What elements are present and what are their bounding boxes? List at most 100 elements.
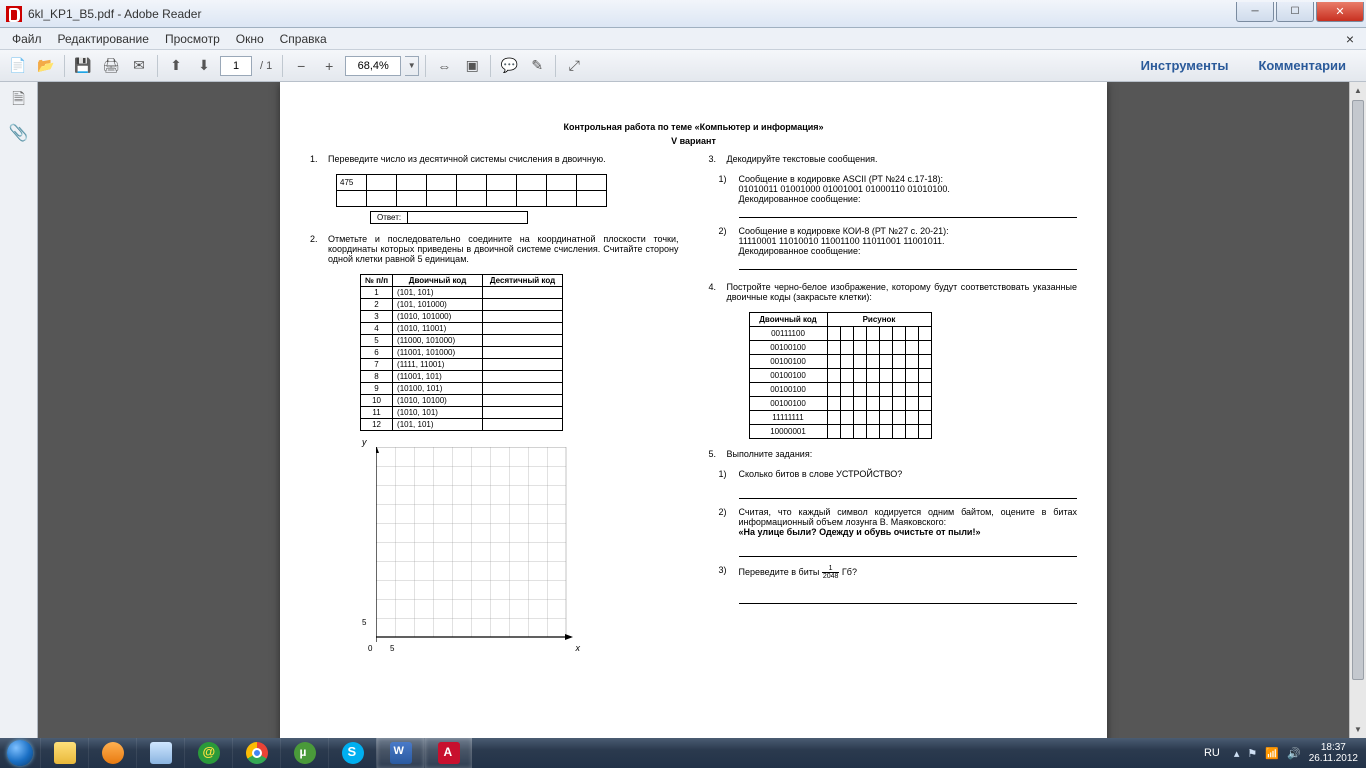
open-icon[interactable]: 📂 <box>34 54 58 78</box>
page-down-icon[interactable]: ⬇ <box>192 54 216 78</box>
t3s1-body: Сообщение в кодировке ASCII (РТ №24 с.17… <box>739 174 1078 222</box>
windows-taskbar: @ µ S W A RU ▴ ⚑ 📶 🔊 18:37 26.11.2012 <box>0 738 1366 768</box>
table-row: 3(1010, 101000) <box>361 311 563 323</box>
fit-width-icon[interactable]: ⇔ <box>432 54 456 78</box>
flag-icon[interactable]: ⚑ <box>1247 747 1257 760</box>
doc-variant: V вариант <box>310 136 1077 146</box>
tools-panel-button[interactable]: Инструменты <box>1127 54 1243 77</box>
zoom-input[interactable] <box>345 56 401 76</box>
email-icon[interactable]: ✉ <box>127 54 151 78</box>
table-row: 11(1010, 101) <box>361 407 563 419</box>
answer-line <box>739 489 1078 499</box>
separator <box>64 55 65 77</box>
tray-chevron-icon[interactable]: ▴ <box>1234 747 1240 760</box>
export-pdf-icon[interactable]: 📄 <box>6 54 30 78</box>
t5s3-body: Переведите в биты 12048 Гб? <box>739 565 1078 608</box>
table-row: 10000001 <box>749 425 931 439</box>
scrollbar-thumb[interactable] <box>1352 100 1364 680</box>
table-row: 4(1010, 11001) <box>361 323 563 335</box>
nav-sidebar: 🗎 📎 <box>0 82 38 738</box>
t3s1-line1: Сообщение в кодировке ASCII (РТ №24 с.17… <box>739 174 1078 184</box>
highlight-icon[interactable]: ✎ <box>525 54 549 78</box>
t5s3-post: Гб? <box>839 567 857 577</box>
menu-window[interactable]: Окно <box>228 30 272 48</box>
t5s2-text2: «На улице были? Одежду и обувь очистьте … <box>739 527 1078 537</box>
time: 18:37 <box>1309 742 1358 753</box>
separator <box>555 55 556 77</box>
save-icon[interactable]: 💾 <box>71 54 95 78</box>
language-indicator[interactable]: RU <box>1204 747 1220 759</box>
zoom-in-icon[interactable]: + <box>317 54 341 78</box>
thumbnails-icon[interactable]: 🗎 <box>8 90 30 112</box>
taskbar-mailru[interactable]: @ <box>184 738 232 768</box>
taskbar-explorer[interactable] <box>40 738 88 768</box>
menu-file[interactable]: Файл <box>4 30 50 48</box>
maximize-button[interactable]: ☐ <box>1276 2 1314 22</box>
th-bin: Двоичный код <box>393 275 483 287</box>
attachments-icon[interactable]: 📎 <box>8 122 30 144</box>
t5s1-num: 1) <box>719 469 733 503</box>
separator <box>490 55 491 77</box>
t5s2-body: Считая, что каждый символ кодируется одн… <box>739 507 1078 561</box>
start-button[interactable] <box>0 738 40 768</box>
menu-help[interactable]: Справка <box>272 30 335 48</box>
answer-label: Ответ: <box>370 211 408 224</box>
table-row: 1(101, 101) <box>361 287 563 299</box>
table-row: 5(11000, 101000) <box>361 335 563 347</box>
zoom-dropdown-icon[interactable]: ▼ <box>405 56 419 76</box>
menubar-close-icon[interactable]: × <box>1338 31 1362 47</box>
page-total-label: / 1 <box>260 60 272 72</box>
t5s2-text1: Считая, что каждый символ кодируется одн… <box>739 507 1078 527</box>
task1-text: Переведите число из десятичной системы с… <box>328 154 679 164</box>
x-tick-5: 5 <box>390 644 394 653</box>
task5-number: 5. <box>709 449 721 459</box>
taskbar-adobe-reader[interactable]: A <box>424 738 472 768</box>
table-row: 10(1010, 10100) <box>361 395 563 407</box>
task2-table: № п/пДвоичный кодДесятичный код 1(101, 1… <box>360 274 563 431</box>
taskbar-mediaplayer[interactable] <box>88 738 136 768</box>
table-row: 00100100 <box>749 383 931 397</box>
print-icon[interactable]: 🖨 <box>99 54 123 78</box>
separator <box>157 55 158 77</box>
table-row: 2(101, 101000) <box>361 299 563 311</box>
taskbar-skype[interactable]: S <box>328 738 376 768</box>
page-up-icon[interactable]: ⬆ <box>164 54 188 78</box>
th-dec: Десятичный код <box>483 275 563 287</box>
document-viewport[interactable]: Контрольная работа по теме «Компьютер и … <box>38 82 1349 738</box>
vertical-scrollbar[interactable]: ▲ ▼ <box>1349 82 1366 738</box>
t5s1-text: Сколько битов в слове УСТРОЙСТВО? <box>739 469 1078 503</box>
table-row: 00100100 <box>749 341 931 355</box>
left-column: 1. Переведите число из десятичной систем… <box>310 154 679 657</box>
page-number-input[interactable] <box>220 56 252 76</box>
taskbar-calculator[interactable] <box>136 738 184 768</box>
t3s2-line3: Декодированное сообщение: <box>739 246 1078 256</box>
scroll-down-icon[interactable]: ▼ <box>1350 721 1366 738</box>
x-axis-label: x <box>576 643 581 653</box>
menu-view[interactable]: Просмотр <box>157 30 228 48</box>
volume-icon[interactable]: 🔊 <box>1287 747 1301 760</box>
doc-title: Контрольная работа по теме «Компьютер и … <box>310 122 1077 132</box>
system-tray: RU ▴ ⚑ 📶 🔊 18:37 26.11.2012 <box>1196 742 1366 764</box>
read-mode-icon[interactable]: ⤢ <box>562 54 586 78</box>
network-icon[interactable]: 📶 <box>1265 747 1279 760</box>
minimize-button[interactable]: ─ <box>1236 2 1274 22</box>
workspace: 🗎 📎 Контрольная работа по теме «Компьюте… <box>0 82 1366 738</box>
answer-field <box>408 211 528 224</box>
menu-edit[interactable]: Редактирование <box>50 30 157 48</box>
scroll-up-icon[interactable]: ▲ <box>1350 82 1366 99</box>
taskbar-word[interactable]: W <box>376 738 424 768</box>
t3s1-line3: Декодированное сообщение: <box>739 194 1078 204</box>
close-button[interactable]: ✕ <box>1316 2 1364 22</box>
taskbar-utorrent[interactable]: µ <box>280 738 328 768</box>
taskbar-chrome[interactable] <box>232 738 280 768</box>
t3s1-num: 1) <box>719 174 733 222</box>
zoom-out-icon[interactable]: − <box>289 54 313 78</box>
comments-panel-button[interactable]: Комментарии <box>1244 54 1360 77</box>
fit-page-icon[interactable]: ▣ <box>460 54 484 78</box>
task5-text: Выполните задания: <box>727 449 1078 459</box>
table-row: 9(10100, 101) <box>361 383 563 395</box>
clock[interactable]: 18:37 26.11.2012 <box>1309 742 1358 764</box>
comment-icon[interactable]: 💬 <box>497 54 521 78</box>
t5s3-pre: Переведите в биты <box>739 567 822 577</box>
fraction: 12048 <box>822 565 840 580</box>
